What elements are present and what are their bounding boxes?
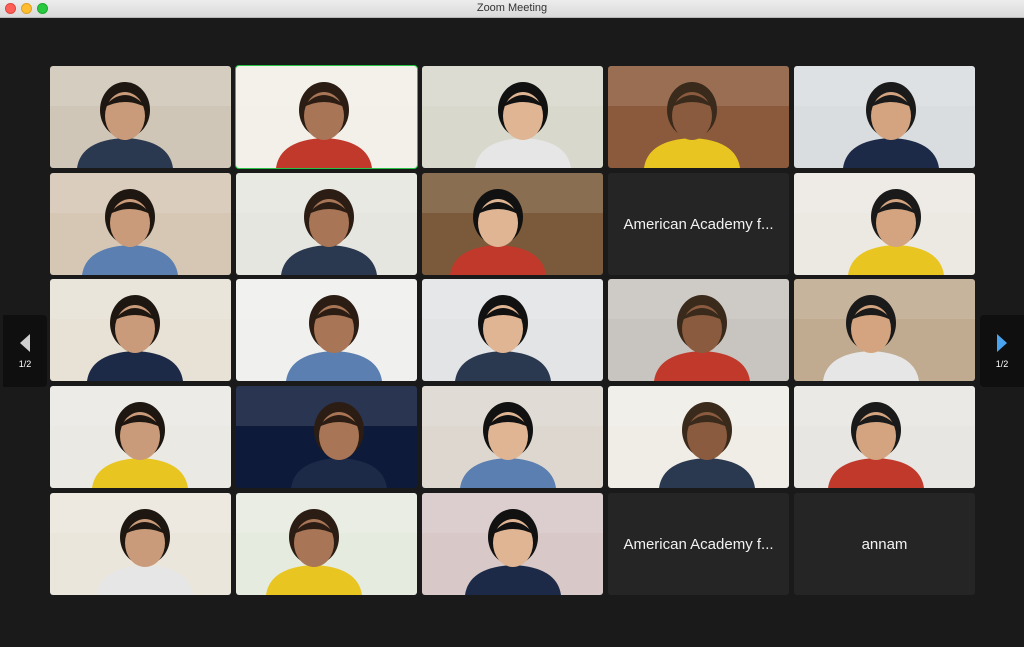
chevron-left-icon <box>20 334 30 352</box>
participant-tile[interactable] <box>236 386 417 488</box>
participant-video-icon <box>422 66 603 168</box>
participant-tile[interactable] <box>235 65 418 169</box>
participant-tile[interactable] <box>794 279 975 381</box>
participant-name: American Academy f... <box>623 535 774 553</box>
participant-tile[interactable] <box>422 493 603 595</box>
participant-video-icon <box>794 386 975 488</box>
participant-video-icon <box>422 279 603 381</box>
participant-video-icon <box>236 66 417 168</box>
page-indicator-right: 1/2 <box>995 359 1009 369</box>
participant-tile[interactable] <box>422 386 603 488</box>
participant-video-icon <box>422 493 603 595</box>
participant-video-icon <box>422 173 603 275</box>
window-title: Zoom Meeting <box>476 2 548 14</box>
participant-name: American Academy f... <box>623 215 774 233</box>
participant-video-icon <box>794 173 975 275</box>
participant-video-icon <box>236 173 417 275</box>
participant-video-icon <box>50 279 231 381</box>
participant-video-icon <box>794 66 975 168</box>
participant-tile[interactable] <box>50 66 231 168</box>
participant-tile[interactable] <box>422 279 603 381</box>
participant-video-icon <box>50 386 231 488</box>
next-page-button[interactable]: 1/2 <box>980 315 1024 387</box>
participant-tile[interactable] <box>608 66 789 168</box>
participant-tile[interactable] <box>50 173 231 275</box>
previous-page-button[interactable]: 1/2 <box>3 315 47 387</box>
participant-tile[interactable] <box>236 279 417 381</box>
participant-tile[interactable]: annam <box>794 493 975 595</box>
participant-tile[interactable] <box>50 493 231 595</box>
participant-video-icon <box>50 493 231 595</box>
participant-tile[interactable] <box>50 279 231 381</box>
participant-video-icon <box>50 173 231 275</box>
participant-tile[interactable] <box>236 493 417 595</box>
participant-tile[interactable] <box>794 386 975 488</box>
chevron-right-icon <box>997 334 1007 352</box>
participant-video-icon <box>608 386 789 488</box>
participant-video-icon <box>422 386 603 488</box>
participant-video-icon <box>608 279 789 381</box>
participant-video-icon <box>236 279 417 381</box>
participant-video-icon <box>50 66 231 168</box>
participant-tile[interactable] <box>50 386 231 488</box>
participant-tile[interactable] <box>608 386 789 488</box>
participant-video-icon <box>608 66 789 168</box>
participant-video-icon <box>794 279 975 381</box>
gallery-view: 1/2 1/2 American Academy f... American Ac… <box>0 18 1024 647</box>
participant-tile[interactable] <box>422 66 603 168</box>
participant-tile[interactable] <box>236 173 417 275</box>
participant-tile[interactable] <box>608 279 789 381</box>
participant-name: annam <box>861 535 908 553</box>
participant-video-icon <box>236 386 417 488</box>
participant-tile[interactable]: American Academy f... <box>608 173 789 275</box>
participant-video-icon <box>236 493 417 595</box>
page-indicator-left: 1/2 <box>18 359 32 369</box>
participant-tile[interactable]: American Academy f... <box>608 493 789 595</box>
participant-tile[interactable] <box>422 173 603 275</box>
participant-tile[interactable] <box>794 66 975 168</box>
participant-tile[interactable] <box>794 173 975 275</box>
window-titlebar: Zoom Meeting <box>0 0 1024 18</box>
